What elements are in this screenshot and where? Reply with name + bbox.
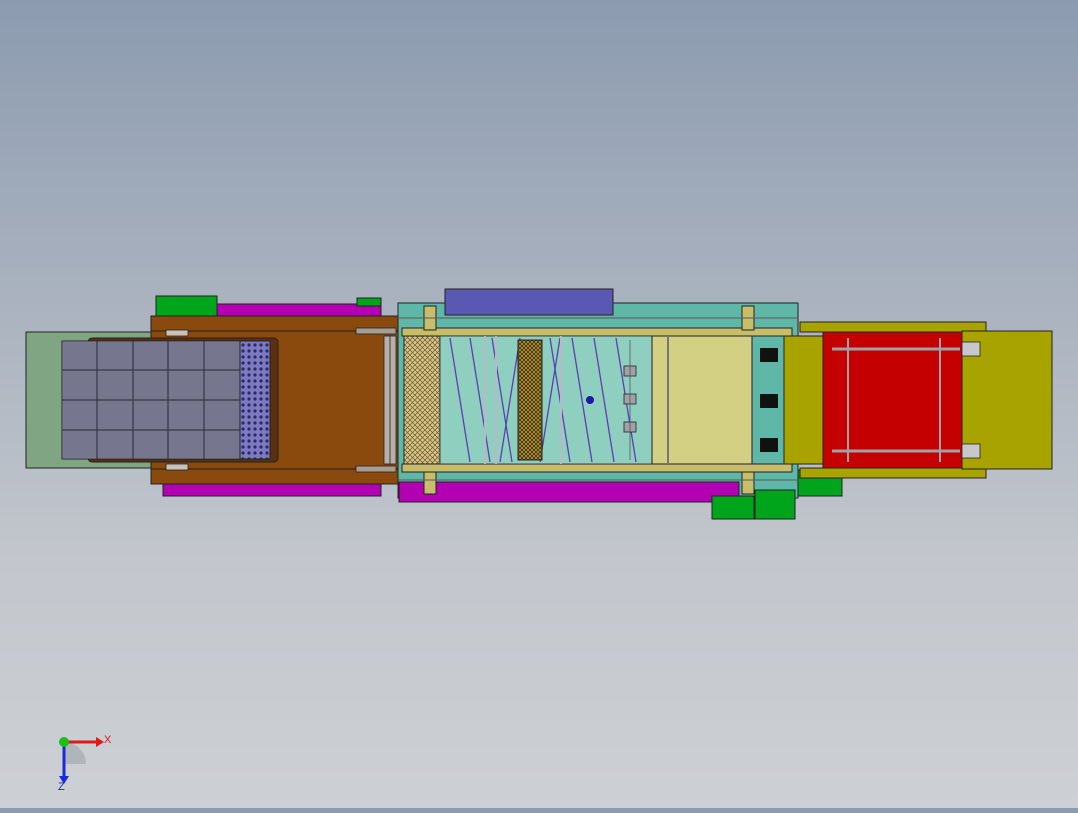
green-block-small[interactable] (356, 297, 382, 307)
magenta-rail-top-left[interactable] (216, 303, 382, 317)
olive-frame-bottom[interactable] (799, 467, 987, 479)
z-axis-label: Z (58, 781, 65, 792)
magenta-rail-bottom-mid[interactable] (398, 481, 740, 503)
grid-tray[interactable] (61, 340, 241, 460)
machine-assembly-drawing (25, 288, 1053, 520)
green-block-top-left[interactable] (155, 295, 218, 317)
sensor-dot (586, 396, 594, 404)
blue-cover[interactable] (444, 288, 614, 316)
wire-grid (439, 335, 653, 465)
x-axis-label: X (104, 734, 112, 746)
mesh-belt[interactable] (403, 335, 441, 465)
red-outfeed[interactable] (822, 331, 964, 469)
olive-frame-top[interactable] (799, 321, 987, 333)
green-block-bottom-2[interactable] (754, 489, 796, 520)
center-mesh-strip[interactable] (517, 339, 543, 461)
x-arrow-icon (96, 737, 104, 747)
y-axis-dot (59, 737, 69, 747)
perforated-plate[interactable] (239, 340, 271, 460)
cad-viewport[interactable]: X Z (0, 0, 1078, 808)
magenta-rail-bottom-left[interactable] (162, 483, 382, 497)
green-block-bottom-1[interactable] (711, 495, 755, 520)
orientation-triad[interactable]: X Z (48, 728, 118, 792)
olive-housing[interactable] (783, 335, 825, 465)
